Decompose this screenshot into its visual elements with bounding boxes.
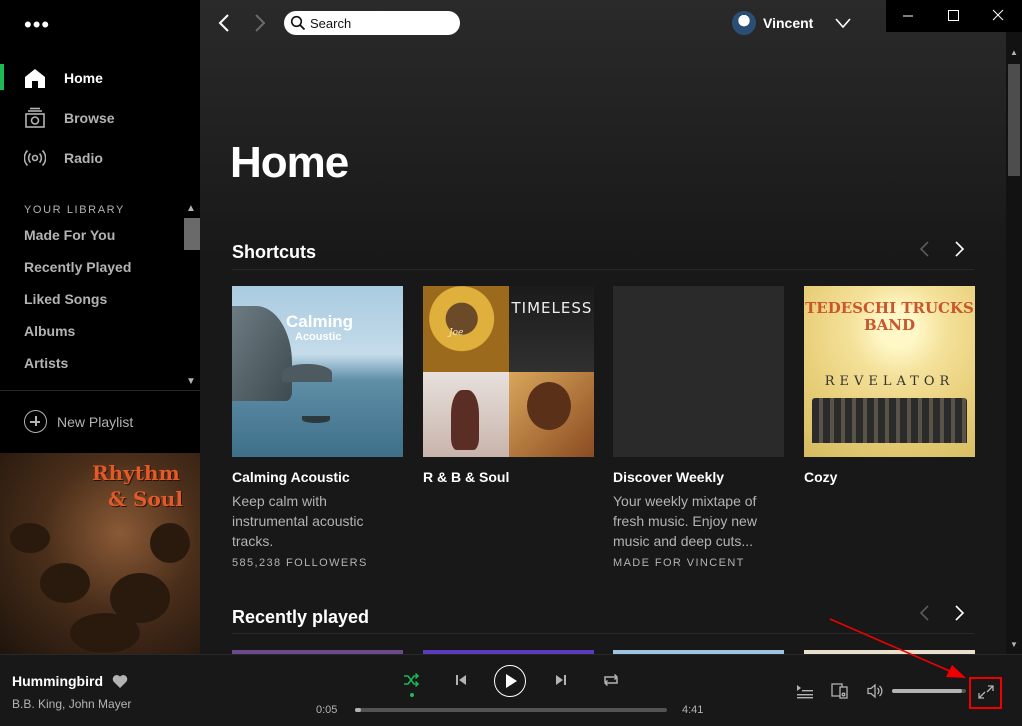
- queue-icon[interactable]: [796, 683, 814, 699]
- window-controls: [886, 0, 1022, 32]
- sidebar-divider: [0, 390, 200, 391]
- card-meta: 585,238 FOLLOWERS: [232, 557, 368, 569]
- search-placeholder: Search: [310, 15, 352, 31]
- avatar: [732, 11, 756, 35]
- shortcuts-prev-icon[interactable]: [916, 240, 934, 258]
- total-duration: 4:41: [682, 704, 704, 716]
- volume-slider[interactable]: [892, 689, 966, 693]
- nav-radio[interactable]: Radio: [0, 138, 200, 178]
- card-title: Calming Acoustic: [232, 469, 350, 485]
- shortcuts-heading: Shortcuts: [232, 242, 317, 262]
- cover-text: Calming: [286, 312, 354, 331]
- shuffle-icon[interactable]: [402, 671, 420, 689]
- shuffle-active-indicator: [410, 693, 414, 697]
- volume-icon[interactable]: [866, 683, 884, 699]
- chevron-down-icon[interactable]: [834, 14, 852, 32]
- search-input[interactable]: Search: [284, 11, 460, 35]
- card-meta: MADE FOR VINCENT: [613, 557, 745, 569]
- play-button[interactable]: [494, 665, 526, 697]
- repeat-icon[interactable]: [602, 671, 620, 689]
- volume-fill: [892, 689, 963, 693]
- shortcuts-next-icon[interactable]: [950, 240, 968, 258]
- library-item-artists[interactable]: Artists: [24, 355, 68, 371]
- home-icon: [25, 69, 45, 88]
- progress-fill: [355, 708, 361, 712]
- connect-device-icon[interactable]: [831, 683, 849, 699]
- cover-text: TIMELESS: [511, 299, 593, 317]
- cover-text: TEDESCHI TRUCKS BAND: [805, 299, 974, 334]
- card-discover-weekly[interactable]: Discover Weekly Your weekly mixtape of f…: [613, 286, 784, 569]
- shortcuts-divider: [232, 269, 974, 270]
- player-bar: Hummingbird B.B. King, John Mayer 0:05 4…: [0, 654, 1022, 726]
- card-description: Keep calm with instrumental acoustic tra…: [232, 493, 364, 549]
- page-title: Home: [230, 138, 349, 187]
- scroll-down-icon[interactable]: ▼: [1010, 640, 1018, 649]
- card-description: Your weekly mixtape of fresh music. Enjo…: [613, 493, 757, 549]
- nav-label: Radio: [64, 150, 103, 166]
- sidebar: ••• Home Browse Radio YOUR LIBRARY Made …: [0, 0, 200, 654]
- sidebar-scroll-down-icon[interactable]: ▼: [186, 376, 196, 387]
- browse-icon: [25, 107, 45, 128]
- main-scrollbar[interactable]: ▲ ▼: [1006, 32, 1022, 654]
- recently-played-heading: Recently played: [232, 607, 370, 627]
- next-track-icon[interactable]: [552, 671, 570, 689]
- scroll-up-icon[interactable]: ▲: [1010, 48, 1018, 57]
- library-heading: YOUR LIBRARY: [24, 204, 125, 216]
- new-playlist-label: New Playlist: [57, 413, 134, 430]
- card-cover-art: [613, 286, 784, 457]
- main-scrollbar-thumb[interactable]: [1008, 64, 1020, 176]
- sidebar-scrollbar-thumb[interactable]: [184, 218, 200, 250]
- maximize-icon: [948, 10, 959, 21]
- now-playing-cover-art[interactable]: Rhythm & Soul: [0, 453, 200, 654]
- card-title: R & B & Soul: [423, 469, 510, 485]
- previous-track-icon[interactable]: [452, 671, 470, 689]
- plus-circle-icon: [24, 410, 47, 433]
- minimize-icon: [903, 15, 913, 17]
- track-artist[interactable]: B.B. King, John Mayer: [12, 697, 131, 711]
- user-name: Vincent: [763, 15, 814, 31]
- library-item-recently-played[interactable]: Recently Played: [24, 259, 131, 275]
- cover-subtext: REVELATOR: [824, 374, 955, 389]
- forward-arrow-icon[interactable]: [248, 12, 270, 34]
- close-icon: [992, 9, 1004, 21]
- card-title: Cozy: [804, 469, 838, 485]
- card-cover-art: TEDESCHI TRUCKS BAND REVELATOR: [804, 286, 975, 457]
- maximize-button[interactable]: [931, 0, 976, 32]
- search-icon: [290, 15, 306, 31]
- cover-subtext: Acoustic: [295, 331, 342, 343]
- cover-art-text-soul: & Soul: [108, 487, 183, 511]
- minimize-button[interactable]: [886, 0, 931, 32]
- highlight-box: [969, 677, 1002, 709]
- app-menu-button[interactable]: •••: [24, 14, 50, 36]
- card-title: Discover Weekly: [613, 469, 725, 485]
- card-cover-art: Calming Acoustic: [232, 286, 403, 457]
- nav-home[interactable]: Home: [0, 58, 200, 98]
- card-calming-acoustic[interactable]: Calming Acoustic Calming Acoustic Keep c…: [232, 286, 403, 569]
- main-content: Search Vincent Home Shortcuts Calming Ac…: [200, 0, 1006, 654]
- nav-label: Home: [64, 70, 103, 86]
- recent-prev-icon[interactable]: [916, 604, 934, 622]
- elapsed-time: 0:05: [316, 704, 338, 716]
- close-button[interactable]: [976, 0, 1021, 32]
- library-item-liked-songs[interactable]: Liked Songs: [24, 291, 107, 307]
- card-rnb-soul[interactable]: Joe TIMELESS R & B & Soul: [423, 286, 594, 485]
- library-item-albums[interactable]: Albums: [24, 323, 75, 339]
- user-menu[interactable]: Vincent: [732, 11, 813, 35]
- back-arrow-icon[interactable]: [214, 12, 236, 34]
- card-cozy[interactable]: TEDESCHI TRUCKS BAND REVELATOR Cozy: [804, 286, 975, 485]
- recent-next-icon[interactable]: [950, 604, 968, 622]
- new-playlist-button[interactable]: New Playlist: [24, 410, 133, 433]
- heart-icon[interactable]: [112, 674, 128, 689]
- library-item-made-for-you[interactable]: Made For You: [24, 227, 115, 243]
- track-title[interactable]: Hummingbird: [12, 673, 103, 689]
- sidebar-scroll-up-icon[interactable]: ▲: [186, 203, 196, 214]
- nav-browse[interactable]: Browse: [0, 98, 200, 138]
- cover-art-text-rhythm: Rhythm: [92, 461, 180, 485]
- card-cover-art: Joe TIMELESS: [423, 286, 594, 457]
- playback-progress-bar[interactable]: [355, 708, 667, 712]
- recent-divider: [232, 633, 974, 634]
- cover-text: Joe: [449, 328, 464, 338]
- radio-icon: [24, 149, 46, 167]
- nav-label: Browse: [64, 110, 115, 126]
